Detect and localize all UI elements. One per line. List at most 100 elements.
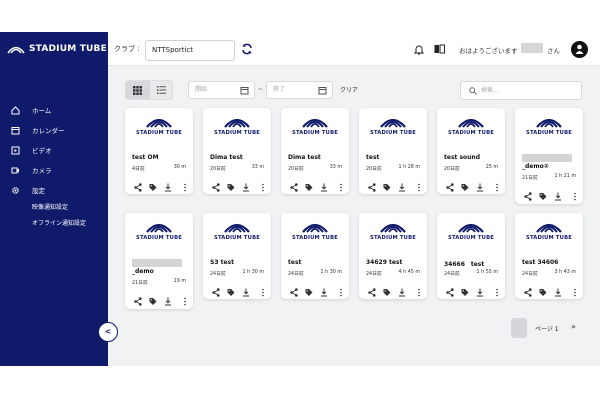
download-icon[interactable] <box>398 177 406 192</box>
thumbnail-brand-text: STADIUM TUBE <box>292 130 338 136</box>
more-vertical-icon[interactable] <box>181 177 189 192</box>
share-icon[interactable] <box>134 177 142 192</box>
video-card[interactable]: STADIUM TUBE Dima test 20日前 33 m <box>203 108 271 194</box>
tag-icon[interactable] <box>383 177 391 191</box>
video-card[interactable]: STADIUM TUBE S3 test 24日前 1 h 30 m <box>203 213 271 299</box>
calendar-icon[interactable] <box>240 86 249 95</box>
more-vertical-icon[interactable] <box>493 177 501 192</box>
download-icon[interactable] <box>554 186 562 201</box>
tag-icon[interactable] <box>305 282 313 296</box>
next-page-button[interactable]: » <box>571 322 576 331</box>
brand-logo[interactable]: STADIUM TUBE <box>0 32 108 66</box>
video-thumbnail[interactable]: STADIUM TUBE <box>437 108 505 148</box>
sidebar-item-settings[interactable]: 設定 <box>0 182 108 198</box>
video-title: 34629 test <box>366 259 403 266</box>
share-icon[interactable] <box>446 177 454 192</box>
user-avatar-button[interactable] <box>571 41 588 58</box>
tag-icon[interactable] <box>149 291 157 305</box>
video-thumbnail[interactable]: STADIUM TUBE <box>203 108 271 148</box>
video-thumbnail[interactable]: STADIUM TUBE <box>359 108 427 148</box>
video-card[interactable]: STADIUM TUBE 34666 test 24日前 1 h 55 m <box>437 213 505 299</box>
more-vertical-icon[interactable] <box>415 282 423 297</box>
video-card[interactable]: STADIUM TUBE _demo② 21日前 1 h 21 m <box>515 108 583 204</box>
video-thumbnail[interactable]: STADIUM TUBE <box>281 108 349 148</box>
video-thumbnail[interactable]: STADIUM TUBE <box>437 213 505 253</box>
video-card[interactable]: STADIUM TUBE test sound 20日前 25 m <box>437 108 505 194</box>
more-vertical-icon[interactable] <box>259 282 267 297</box>
video-card[interactable]: STADIUM TUBE test OM 4日前 30 m <box>125 108 193 194</box>
calendar-icon[interactable] <box>318 86 327 95</box>
more-vertical-icon[interactable] <box>571 186 579 201</box>
share-icon[interactable] <box>446 282 454 297</box>
download-icon[interactable] <box>320 282 328 297</box>
download-icon[interactable] <box>320 177 328 192</box>
download-icon[interactable] <box>476 282 484 297</box>
video-card[interactable]: STADIUM TUBE Dima test 20日前 33 m <box>281 108 349 194</box>
more-vertical-icon[interactable] <box>337 177 345 192</box>
video-card[interactable]: STADIUM TUBE 34629 test 24日前 4 h 45 m <box>359 213 427 299</box>
bell-icon[interactable] <box>414 44 424 55</box>
more-vertical-icon[interactable] <box>181 291 189 306</box>
download-icon[interactable] <box>554 282 562 297</box>
video-thumbnail[interactable]: STADIUM TUBE <box>125 108 193 148</box>
tag-icon[interactable] <box>149 177 157 191</box>
club-select[interactable]: NTTSportict <box>145 40 235 61</box>
sidebar-collapse-button[interactable]: < <box>98 322 118 342</box>
end-date-field[interactable]: 終了 <box>266 81 333 99</box>
sidebar-item-video[interactable]: ビデオ <box>0 142 108 158</box>
share-icon[interactable] <box>290 282 298 297</box>
thumbnail-brand-text: STADIUM TUBE <box>370 130 416 136</box>
tag-icon[interactable] <box>227 282 235 296</box>
search-field[interactable] <box>460 81 582 100</box>
video-card[interactable]: STADIUM TUBE test 34606 24日前 3 h 43 m <box>515 213 583 299</box>
video-card[interactable]: STADIUM TUBE test 20日前 1 h 28 m <box>359 108 427 194</box>
more-vertical-icon[interactable] <box>337 282 345 297</box>
tag-icon[interactable] <box>383 282 391 296</box>
sidebar-subitem-offline-notify[interactable]: オフライン通知設定 <box>32 218 86 227</box>
grid-view-button[interactable] <box>126 81 150 99</box>
download-icon[interactable] <box>476 177 484 192</box>
start-date-field[interactable]: 開始 <box>188 81 255 99</box>
prev-page-button[interactable] <box>511 318 527 338</box>
share-icon[interactable] <box>524 186 532 201</box>
refresh-icon[interactable] <box>241 43 253 55</box>
tag-icon[interactable] <box>539 282 547 296</box>
sidebar-item-home[interactable]: ホーム <box>0 102 108 118</box>
sidebar-item-calendar[interactable]: カレンダー <box>0 122 108 138</box>
download-icon[interactable] <box>164 177 172 192</box>
video-thumbnail[interactable]: STADIUM TUBE <box>281 213 349 253</box>
sidebar-item-camera[interactable]: カメラ <box>0 162 108 178</box>
download-icon[interactable] <box>242 282 250 297</box>
video-thumbnail[interactable]: STADIUM TUBE <box>203 213 271 253</box>
tag-icon[interactable] <box>461 177 469 191</box>
tag-icon[interactable] <box>461 282 469 296</box>
tag-icon[interactable] <box>227 177 235 191</box>
manual-book-icon[interactable] <box>434 44 445 54</box>
video-thumbnail[interactable]: STADIUM TUBE <box>515 108 583 148</box>
video-card[interactable]: STADIUM TUBE test 24日前 1 h 30 m <box>281 213 349 299</box>
clear-button[interactable]: クリア <box>340 85 358 94</box>
sidebar-subitem-video-notify[interactable]: 映像通知設定 <box>32 202 68 211</box>
video-thumbnail[interactable]: STADIUM TUBE <box>359 213 427 253</box>
download-icon[interactable] <box>242 177 250 192</box>
more-vertical-icon[interactable] <box>571 282 579 297</box>
more-vertical-icon[interactable] <box>415 177 423 192</box>
share-icon[interactable] <box>290 177 298 192</box>
video-thumbnail[interactable]: STADIUM TUBE <box>515 213 583 253</box>
search-input[interactable] <box>481 84 577 97</box>
video-thumbnail[interactable]: STADIUM TUBE <box>125 213 193 253</box>
download-icon[interactable] <box>164 291 172 306</box>
video-card[interactable]: STADIUM TUBE _demo 21日前 19 m <box>125 213 193 309</box>
more-vertical-icon[interactable] <box>493 282 501 297</box>
tag-icon[interactable] <box>305 177 313 191</box>
tag-icon[interactable] <box>539 186 547 200</box>
list-view-button[interactable] <box>150 81 174 99</box>
share-icon[interactable] <box>368 177 376 192</box>
more-vertical-icon[interactable] <box>259 177 267 192</box>
share-icon[interactable] <box>134 291 142 306</box>
download-icon[interactable] <box>398 282 406 297</box>
share-icon[interactable] <box>212 177 220 192</box>
share-icon[interactable] <box>524 282 532 297</box>
share-icon[interactable] <box>212 282 220 297</box>
share-icon[interactable] <box>368 282 376 297</box>
